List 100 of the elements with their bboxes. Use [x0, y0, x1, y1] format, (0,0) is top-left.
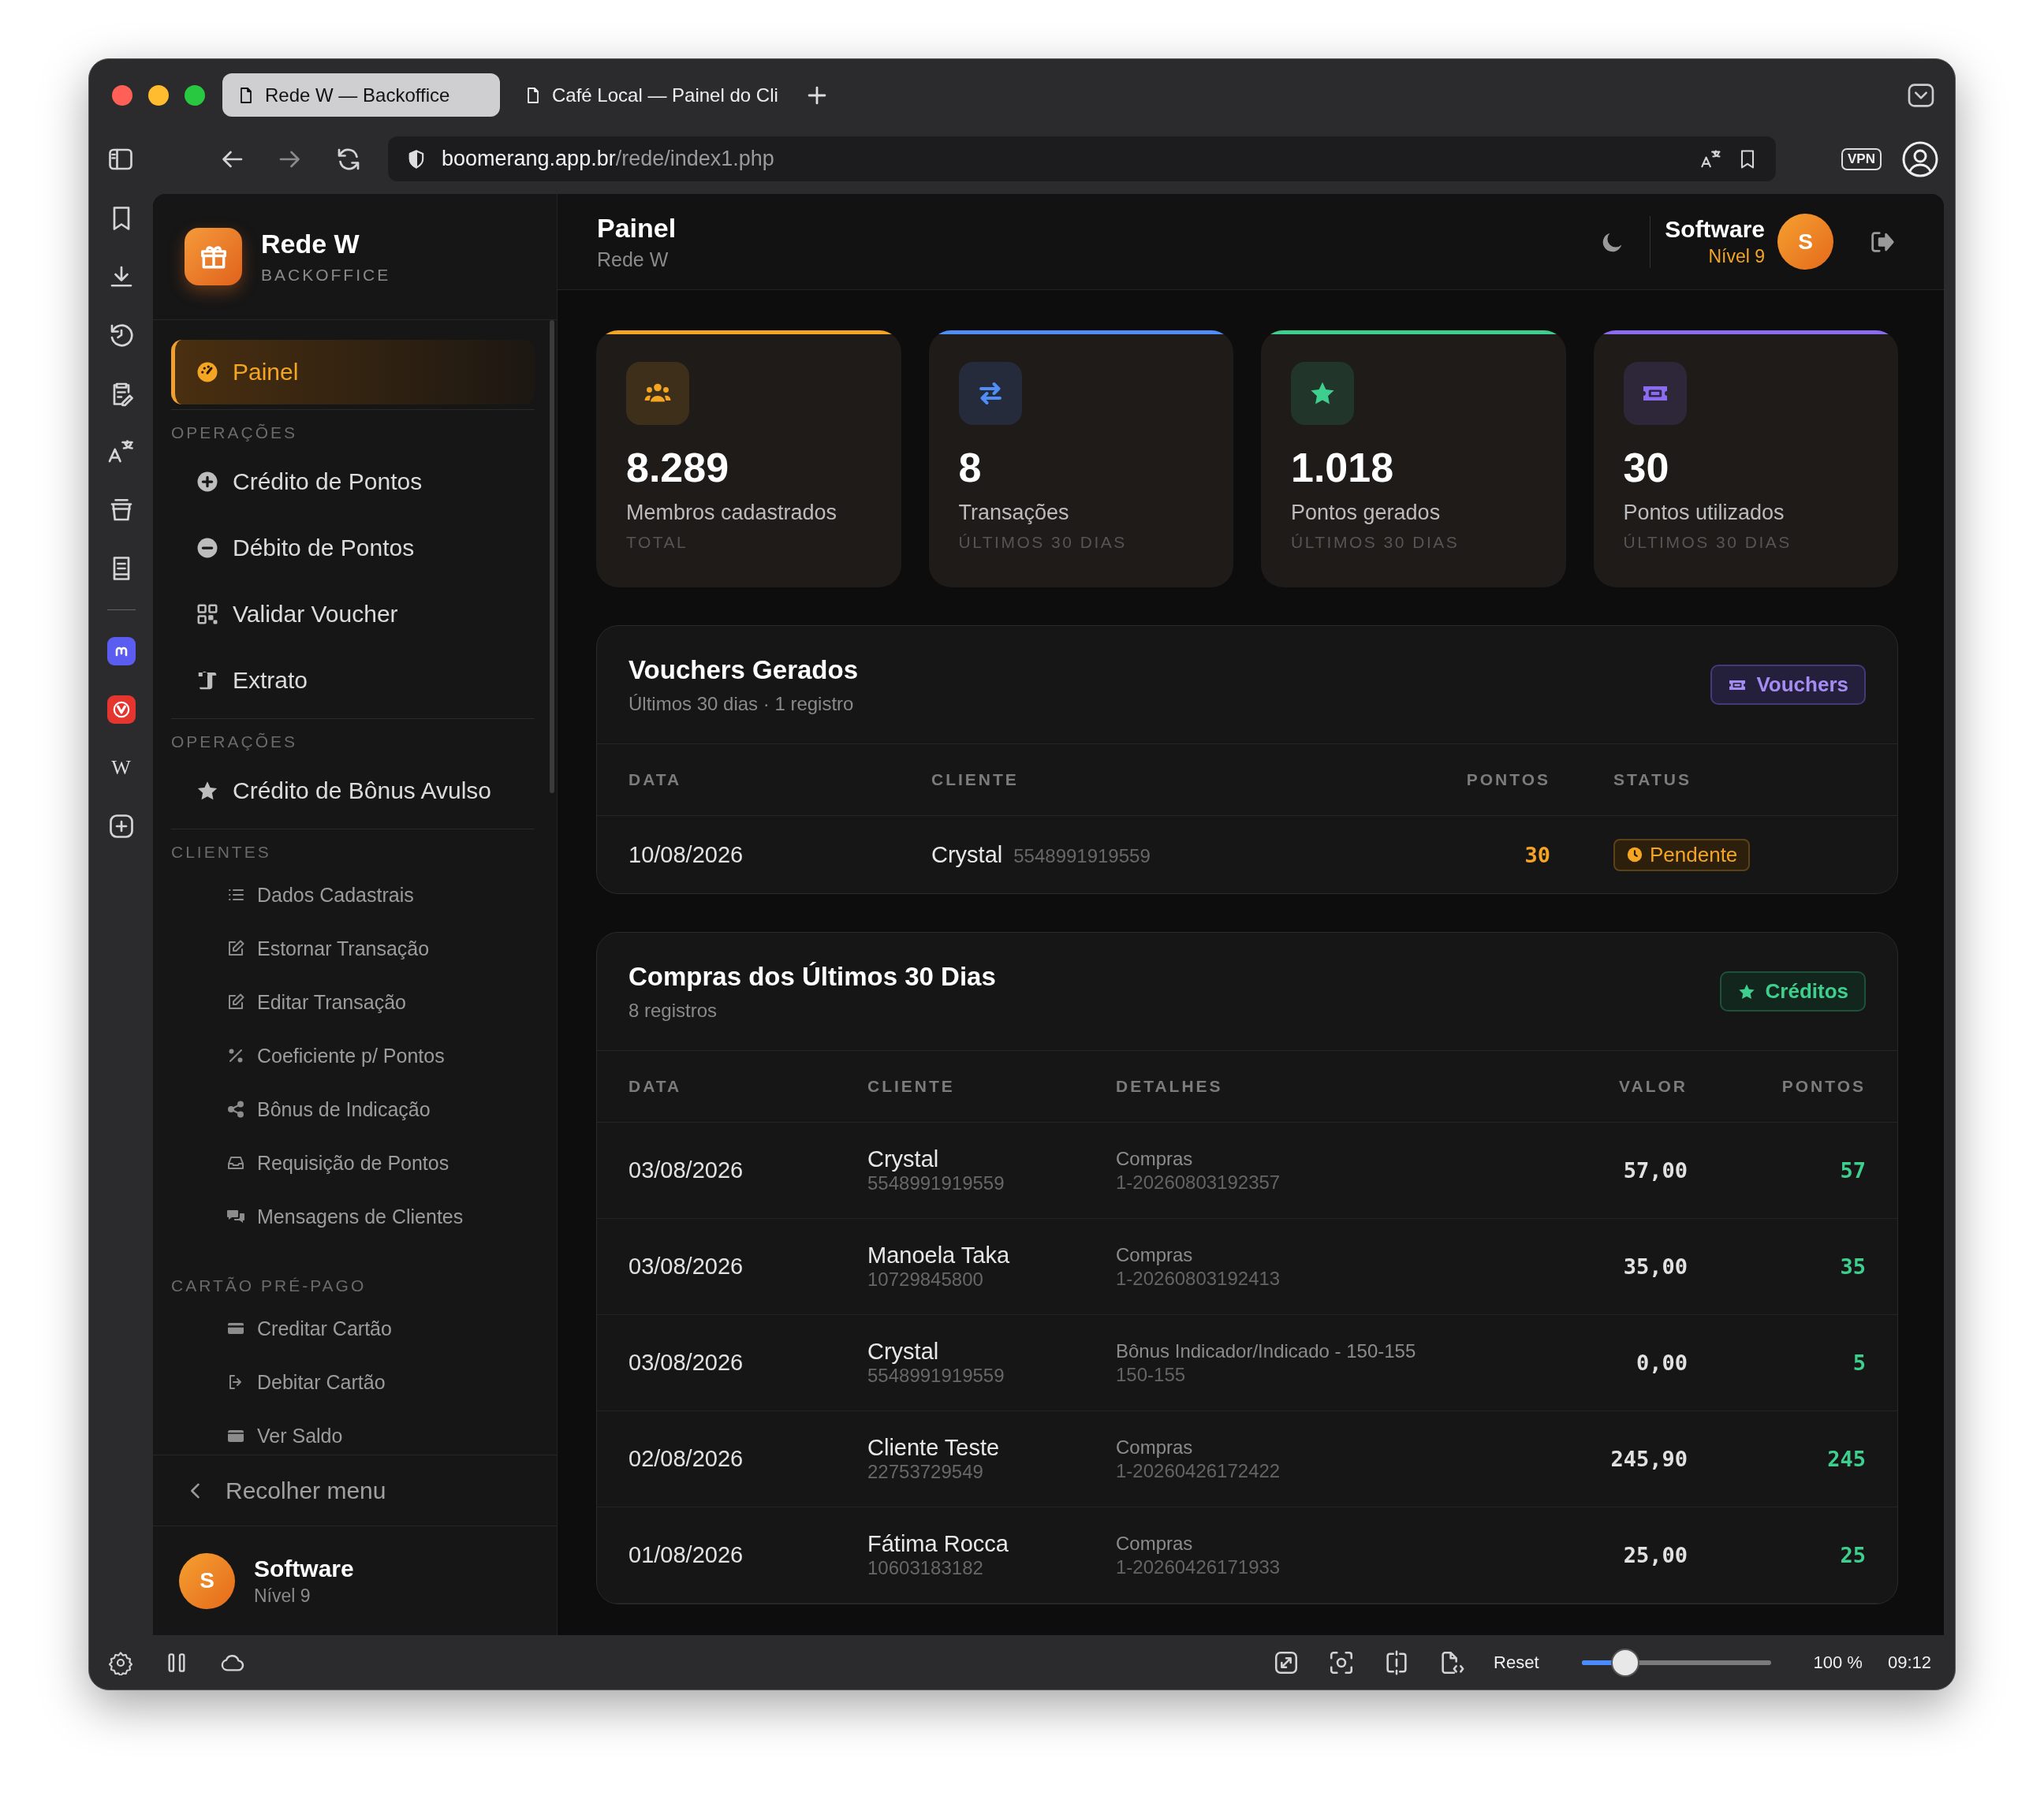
- panel-title: Compras dos Últimos 30 Dias: [628, 961, 996, 992]
- value-cell: 57,00: [1623, 1158, 1688, 1183]
- nav-item[interactable]: Ver Saldo: [171, 1409, 535, 1455]
- reset-button[interactable]: Reset: [1494, 1652, 1539, 1673]
- stat-period: ÚLTIMOS 30 DIAS: [958, 533, 1128, 552]
- vouchers-button[interactable]: Vouchers: [1710, 665, 1866, 705]
- credits-button[interactable]: Créditos: [1719, 971, 1866, 1012]
- client-name: Crystal: [867, 1339, 940, 1365]
- nav-item[interactable]: Debitar Cartão: [171, 1355, 535, 1409]
- column-header: CLIENTE: [931, 770, 1019, 788]
- stat-value: 8.289: [626, 444, 730, 491]
- reference-text: 1-20260803192413: [1116, 1267, 1281, 1290]
- nav-item[interactable]: Validar Voucher: [171, 581, 535, 647]
- client-name: Fátima Rocca: [867, 1531, 1009, 1557]
- points-value: 245: [1827, 1447, 1866, 1471]
- profile-icon[interactable]: [1900, 140, 1939, 178]
- column-header: PONTOS: [1466, 770, 1550, 788]
- gauge-icon: [196, 360, 219, 384]
- nav-item[interactable]: Editar Transação: [171, 975, 535, 1029]
- nav-item[interactable]: Painel: [171, 340, 535, 404]
- stat-label: Membros cadastrados: [626, 501, 838, 525]
- nav-item[interactable]: Débito de Pontos: [171, 515, 535, 581]
- browser-app-icon[interactable]: [106, 695, 136, 724]
- nav-item[interactable]: Estornar Transação: [171, 922, 535, 975]
- section-heading: CARTÃO PRÉ-PAGO: [171, 1276, 367, 1296]
- client-phone: 5548991919559: [867, 1365, 1005, 1387]
- swap-arrows-icon: [958, 362, 1022, 425]
- close-button[interactable]: [112, 84, 132, 106]
- minimize-button[interactable]: [148, 84, 169, 106]
- collapse-menu-button[interactable]: Recolher menu: [153, 1455, 557, 1526]
- users-icon: [626, 362, 689, 425]
- clock-time: 09:12: [1887, 1652, 1931, 1673]
- points-value: 35: [1840, 1254, 1866, 1279]
- user-name: Software: [254, 1555, 354, 1582]
- nav-item[interactable]: Coeficiente p/ Pontos: [171, 1029, 535, 1082]
- page-title: Painel: [597, 212, 677, 244]
- detail-text: Compras: [1116, 1243, 1194, 1266]
- column-header: VALOR: [1619, 1077, 1688, 1095]
- page-subtitle: Rede W: [597, 248, 670, 271]
- stat-period: ÚLTIMOS 30 DIAS: [1291, 533, 1460, 552]
- wiki-logo[interactable]: W: [111, 754, 131, 782]
- points-value: 5: [1852, 1351, 1866, 1375]
- table-cell-text: 03/08/2026: [628, 1350, 744, 1376]
- stat-label: Transações: [958, 501, 1070, 525]
- nav-item[interactable]: Creditar Cartão: [171, 1302, 535, 1355]
- panel-title: Vouchers Gerados: [628, 654, 858, 685]
- share-icon: [226, 1100, 245, 1119]
- nav-item[interactable]: Dados Cadastrais: [171, 868, 535, 922]
- points-value: 30: [1524, 842, 1550, 867]
- section-heading: CLIENTES: [171, 842, 272, 863]
- client-name: Manoela Taka: [867, 1243, 1011, 1269]
- client-phone: 5548991919559: [1013, 844, 1151, 867]
- column-header: PONTOS: [1781, 1077, 1866, 1095]
- detail-text: Bônus Indicador/Indicado - 150-155: [1116, 1339, 1417, 1362]
- address-bar[interactable]: boomerang.app.br/rede/index1.php: [388, 136, 1776, 181]
- column-header: CLIENTE: [867, 1077, 955, 1095]
- edit-icon: [226, 993, 245, 1012]
- stat-value: 1.018: [1291, 444, 1395, 491]
- nav-item[interactable]: Bônus de Indicação: [171, 1082, 535, 1136]
- points-value: 57: [1840, 1158, 1866, 1183]
- nav-item[interactable]: Crédito de Pontos: [171, 449, 535, 515]
- table-cell-text: 03/08/2026: [628, 1157, 744, 1183]
- client-name: Cliente Teste: [867, 1435, 1001, 1461]
- qr-code-icon: [196, 602, 219, 626]
- value-cell: 35,00: [1623, 1254, 1688, 1279]
- minus-circle-icon: [196, 536, 219, 560]
- column-header: DETALHES: [1116, 1077, 1223, 1095]
- user-level: Nível 9: [1707, 246, 1765, 267]
- maximize-button[interactable]: [185, 84, 205, 106]
- nav-item[interactable]: Extrato: [171, 647, 535, 713]
- panel-subtitle: 8 registros: [628, 999, 718, 1022]
- nav-item[interactable]: Mensagens de Clientes: [171, 1190, 535, 1243]
- reference-text: 1-20260426172422: [1116, 1459, 1281, 1482]
- client-phone: 10603183182: [867, 1557, 984, 1579]
- clock-icon: [1626, 846, 1643, 863]
- chat-app-icon[interactable]: [106, 637, 136, 665]
- client-phone: 22753729549: [867, 1461, 984, 1483]
- browser-tab[interactable]: Rede W — Backoffice: [222, 73, 500, 117]
- section-heading: OPERAÇÕES: [171, 423, 299, 443]
- column-header: DATA: [628, 1077, 682, 1095]
- browser-tab[interactable]: Café Local — Painel do Cli: [509, 73, 787, 117]
- zoom-level: 100 %: [1813, 1652, 1863, 1673]
- edit-icon: [226, 939, 245, 958]
- detail-text: Compras: [1116, 1147, 1194, 1170]
- nav-item[interactable]: Crédito de Bônus Avulso: [171, 758, 535, 824]
- stat-label: Pontos utilizados: [1623, 501, 1785, 525]
- nav-item[interactable]: Requisição de Pontos: [171, 1136, 535, 1190]
- client-name: Crystal: [867, 1146, 940, 1172]
- client-name: Crystal: [931, 841, 1003, 868]
- settings-icon[interactable]: [108, 1649, 133, 1675]
- scrollbar[interactable]: [550, 320, 554, 793]
- value-cell: 25,00: [1623, 1543, 1688, 1567]
- vpn-badge[interactable]: VPN: [1841, 147, 1882, 170]
- ticket-icon: [1623, 362, 1687, 425]
- stat-label: Pontos gerados: [1291, 501, 1442, 525]
- client-phone: 5548991919559: [867, 1172, 1005, 1194]
- stat-period: ÚLTIMOS 30 DIAS: [1623, 533, 1792, 552]
- table-cell-text: 03/08/2026: [628, 1254, 744, 1280]
- panel-subtitle: Últimos 30 dias · 1 registro: [628, 692, 855, 715]
- reference-text: 1-20260803192357: [1116, 1171, 1281, 1194]
